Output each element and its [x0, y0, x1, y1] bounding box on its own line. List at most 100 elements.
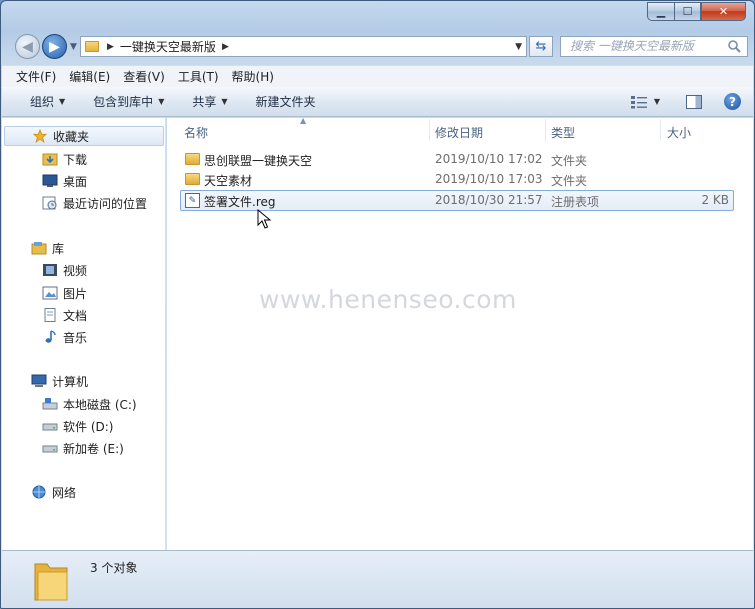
refresh-icon: ⇆ [535, 39, 547, 54]
nav-network[interactable]: 网络 [2, 482, 166, 502]
nav-item-recent-places[interactable]: 最近访问的位置 [2, 193, 166, 213]
breadcrumb-chevron-icon[interactable]: ▶ [222, 42, 229, 52]
menu-tools[interactable]: 工具(T) [178, 68, 219, 85]
file-modified: 2019/10/10 17:03 [435, 172, 543, 186]
nav-drive-label: 软件 (D:) [63, 419, 114, 434]
forward-arrow-icon: ▶ [49, 38, 60, 55]
command-bar: 组织 ▼ 包含到库中 ▼ 共享 ▼ 新建文件夹 ▼ ? [2, 87, 753, 117]
nav-drive-label: 新加卷 (E:) [63, 441, 124, 456]
system-drive-icon [42, 398, 58, 410]
menu-file[interactable]: 文件(F) [16, 68, 56, 85]
share-label: 共享 [192, 95, 217, 109]
breadcrumb-current[interactable]: 一键换天空最新版 [120, 38, 216, 55]
minimize-button[interactable]: ▁ [647, 2, 674, 21]
search-icon[interactable] [727, 39, 742, 54]
recent-pages-dropdown[interactable]: ▼ [70, 42, 77, 52]
refresh-button[interactable]: ⇆ [529, 36, 553, 57]
file-type: 注册表项 [551, 195, 600, 209]
item-count: 3 个对象 [90, 561, 138, 575]
menu-edit[interactable]: 编辑(E) [69, 68, 110, 85]
file-type: 文件夹 [551, 154, 588, 168]
file-type: 文件夹 [551, 174, 588, 188]
computer-icon [31, 374, 47, 387]
column-divider[interactable] [429, 119, 430, 141]
file-size: 2 KB [701, 193, 729, 207]
column-header-size[interactable]: 大小 [667, 124, 691, 141]
nav-item-label: 视频 [63, 263, 88, 278]
forward-button[interactable]: ▶ [42, 34, 67, 59]
sort-ascending-icon: ▲ [300, 116, 307, 125]
column-header-type[interactable]: 类型 [551, 124, 575, 141]
nav-favorites-label: 收藏夹 [53, 129, 90, 144]
nav-item-label: 文档 [63, 308, 88, 323]
nav-drive-e[interactable]: 新加卷 (E:) [2, 438, 166, 458]
chevron-down-icon: ▼ [221, 97, 228, 106]
menu-bar: 文件(F) 编辑(E) 查看(V) 工具(T) 帮助(H) [2, 65, 753, 87]
nav-item-documents[interactable]: 文档 [2, 305, 166, 325]
desktop-icon [42, 174, 58, 187]
close-button[interactable]: ✕ [701, 2, 746, 21]
preview-pane-icon[interactable] [686, 94, 702, 109]
organize-label: 组织 [30, 95, 55, 109]
help-icon[interactable]: ? [724, 93, 741, 110]
nav-drive-c[interactable]: 本地磁盘 (C:) [2, 394, 166, 414]
video-icon [43, 264, 57, 276]
file-row[interactable]: 天空素材 2019/10/10 17:03 文件夹 [180, 169, 734, 190]
nav-computer-label: 计算机 [52, 374, 89, 389]
explorer-window: ▁ ☐ ✕ ◀ ▶ ▼ ▶ 一键换天空最新版 ▶ ▼ ⇆ 搜索 一键换天空最新版… [0, 0, 755, 609]
file-name: 签署文件.reg [204, 195, 276, 209]
file-row-selected[interactable]: ✎ 签署文件.reg 2018/10/30 21:57 注册表项 2 KB [180, 190, 734, 211]
nav-item-label: 音乐 [63, 330, 88, 345]
nav-libraries-label: 库 [52, 241, 65, 256]
search-input[interactable]: 搜索 一键换天空最新版 [560, 36, 748, 57]
nav-drive-d[interactable]: 软件 (D:) [2, 416, 166, 436]
nav-libraries[interactable]: 库 [2, 238, 166, 258]
music-icon [45, 330, 56, 343]
nav-item-desktop[interactable]: 桌面 [2, 171, 166, 191]
menu-help[interactable]: 帮助(H) [232, 68, 274, 85]
navigation-pane: 收藏夹 下载 桌面 最近访问的位置 库 视频 图片 文档 音乐 计算机 本地磁盘… [2, 118, 166, 550]
column-header-name[interactable]: 名称 [184, 124, 208, 141]
file-row[interactable]: 思创联盟一键换天空 2019/10/10 17:02 文件夹 [180, 149, 734, 170]
registry-file-icon: ✎ [185, 193, 200, 208]
chevron-down-icon: ▼ [59, 97, 66, 106]
column-divider[interactable] [660, 119, 661, 141]
view-dropdown-icon[interactable]: ▼ [654, 97, 660, 106]
view-options-icon[interactable] [630, 95, 648, 109]
new-folder-button[interactable]: 新建文件夹 [256, 93, 316, 110]
column-divider[interactable] [545, 119, 546, 141]
address-dropdown-icon[interactable]: ▼ [515, 42, 522, 52]
back-button[interactable]: ◀ [15, 34, 40, 59]
nav-item-pictures[interactable]: 图片 [2, 283, 166, 303]
nav-item-downloads[interactable]: 下载 [2, 149, 166, 169]
new-folder-label: 新建文件夹 [255, 95, 316, 109]
file-list: ▲ 名称 修改日期 类型 大小 思创联盟一键换天空 2019/10/10 17:… [167, 116, 753, 550]
file-name: 天空素材 [204, 174, 253, 188]
column-header-modified[interactable]: 修改日期 [435, 124, 483, 141]
share-button[interactable]: 共享 ▼ [192, 93, 227, 110]
folder-icon [185, 173, 200, 185]
nav-drive-label: 本地磁盘 (C:) [63, 397, 137, 412]
libraries-icon [31, 242, 47, 255]
watermark: www.henenseo.com [259, 285, 517, 314]
menu-view[interactable]: 查看(V) [123, 68, 165, 85]
details-pane: 3 个对象 [2, 550, 753, 608]
folder-icon [185, 153, 200, 165]
pictures-icon [42, 286, 58, 300]
folder-icon [85, 41, 99, 52]
nav-item-music[interactable]: 音乐 [2, 327, 166, 347]
nav-network-label: 网络 [52, 485, 77, 500]
nav-favorites[interactable]: 收藏夹 [4, 126, 164, 146]
documents-icon [44, 308, 56, 322]
nav-computer[interactable]: 计算机 [2, 371, 166, 391]
breadcrumb-chevron-icon[interactable]: ▶ [107, 42, 114, 52]
nav-item-videos[interactable]: 视频 [2, 260, 166, 280]
organize-button[interactable]: 组织 ▼ [30, 93, 65, 110]
nav-item-label: 图片 [63, 286, 88, 301]
nav-item-label: 下载 [63, 152, 88, 167]
nav-item-label: 最近访问的位置 [63, 196, 148, 211]
address-bar[interactable]: ▶ 一键换天空最新版 ▶ ▼ [80, 36, 527, 57]
include-in-library-button[interactable]: 包含到库中 ▼ [93, 93, 164, 110]
drive-icon [42, 423, 58, 431]
maximize-button[interactable]: ☐ [674, 2, 701, 21]
